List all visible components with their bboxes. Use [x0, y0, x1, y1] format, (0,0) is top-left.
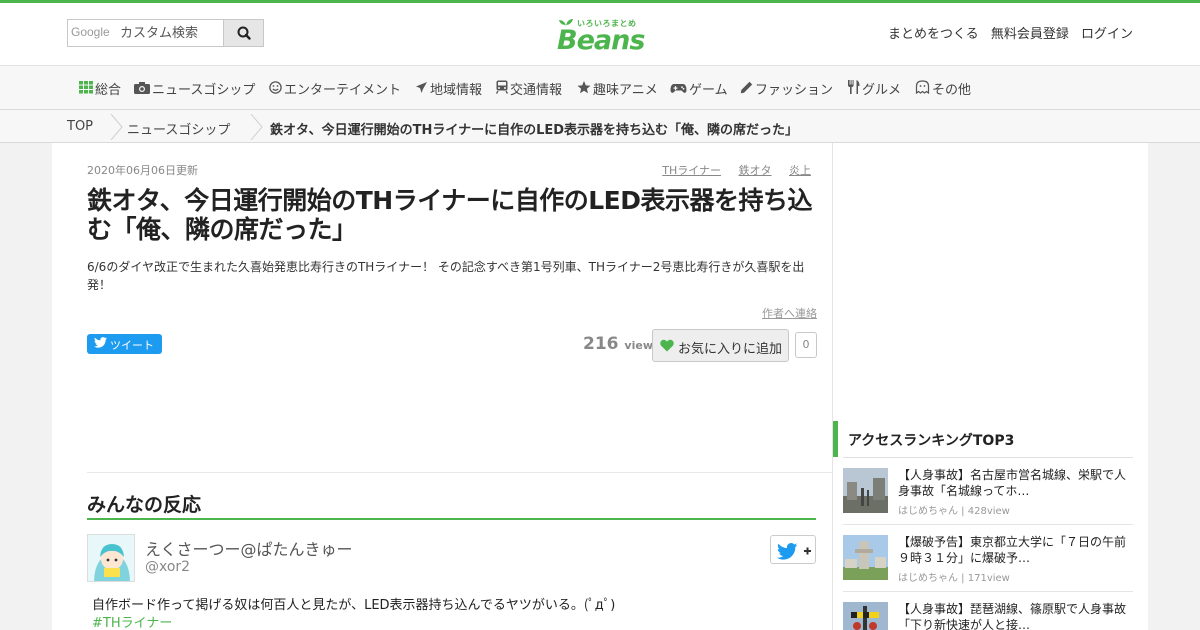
avatar[interactable]: [87, 534, 135, 582]
ranking-item-meta: はじめちゃん | 428view: [898, 506, 1010, 517]
search-button[interactable]: [223, 20, 263, 46]
nav-item-fashion[interactable]: ファッション: [740, 79, 833, 98]
search-box: Google: [67, 19, 264, 47]
heart-icon: [660, 339, 674, 352]
view-count-unit: view: [624, 339, 653, 352]
ghost-icon: [915, 80, 930, 94]
tweet-hashtag[interactable]: #THライナー: [92, 612, 172, 630]
header-links: まとめをつくる 無料会員登録 ログイン: [880, 23, 1133, 42]
ranking-item-title: 【人身事故】名古屋市営名城線、栄駅で人身事故「名城線ってホ…: [898, 468, 1127, 498]
twitter-bird-icon: [94, 337, 107, 348]
view-count-number: 216: [583, 334, 619, 354]
site-header: Google いろいろまとめ Beans まとめをつくる 無料会員登録 ログイン: [0, 3, 1200, 65]
nav-item-news[interactable]: ニュースゴシップ: [134, 79, 255, 98]
breadcrumb: TOP ニュースゴシップ 鉄オタ、今日運行開始のTHライナーに自作のLED表示器…: [0, 110, 1200, 143]
smile-icon: [269, 81, 282, 94]
section-divider: [87, 472, 832, 473]
tweet-user-name[interactable]: えくさーつー@ぱたんきゅー: [145, 536, 353, 560]
tag-link[interactable]: 鉄オタ: [739, 164, 772, 177]
tag-link[interactable]: THライナー: [662, 164, 721, 177]
ranking-item[interactable]: 【人身事故】琵琶湖線、篠原駅で人身事故「下り新快速が人と接…: [843, 592, 1133, 630]
breadcrumb-separator: [110, 114, 123, 140]
camera-icon: [134, 82, 150, 94]
breadcrumb-separator: [250, 114, 263, 140]
nav-item-gourmet[interactable]: グルメ: [847, 79, 901, 98]
logo-wordmark: Beans: [557, 25, 645, 56]
column-divider: [832, 143, 833, 630]
plane-icon: [416, 82, 427, 93]
utensils-icon: [848, 80, 860, 94]
twitter-follow-button[interactable]: [770, 535, 816, 564]
add-favorite-label: お気に入りに追加: [678, 342, 783, 357]
ranking-heading: アクセスランキングTOP3: [833, 421, 1133, 457]
ranking-item[interactable]: 【爆破予告】東京都立大学に「７日の午前９時３１分」に爆破予… はじめちゃん | …: [843, 525, 1133, 592]
breadcrumb-news[interactable]: ニュースゴシップ: [127, 119, 230, 138]
avatar-image: [88, 535, 134, 581]
ranking-thumbnail[interactable]: [843, 535, 888, 580]
nav-item-traffic[interactable]: 交通情報: [496, 79, 562, 98]
view-count: 216 view: [583, 334, 653, 354]
breadcrumb-current: 鉄オタ、今日運行開始のTHライナーに自作のLED表示器を持ち込む「俺、隣の席だっ…: [270, 123, 799, 138]
ranking-item[interactable]: 【人身事故】名古屋市営名城線、栄駅で人身事故「名城線ってホ… はじめちゃん | …: [843, 458, 1133, 525]
ranking-thumbnail[interactable]: [843, 468, 888, 513]
thumbnail-image: [843, 602, 888, 630]
nav-item-general[interactable]: 総合: [79, 79, 121, 98]
breadcrumb-top[interactable]: TOP: [67, 119, 93, 134]
category-nav: 総合 ニュースゴシップ エンターテイメント 地域情報 交通情報 趣味アニメ ゲー…: [0, 65, 1200, 110]
nav-item-other[interactable]: その他: [915, 79, 971, 98]
article-date: 2020年06月06日更新: [87, 164, 198, 177]
reactions-underline: [87, 518, 816, 520]
register-link[interactable]: 無料会員登録: [991, 27, 1069, 42]
nav-item-local[interactable]: 地域情報: [415, 79, 482, 98]
nav-item-hobby[interactable]: 趣味アニメ: [577, 79, 658, 98]
create-summary-link[interactable]: まとめをつくる: [888, 27, 979, 42]
add-favorite-button[interactable]: お気に入りに追加: [652, 329, 789, 362]
reactions-heading: みんなの反応: [87, 494, 202, 516]
tweet-user-handle[interactable]: @xor2: [145, 559, 190, 575]
tweet-text: 自作ボード作って掲げる奴は何百人と見たが、LED表示器持ち込んでるヤツがいる。(…: [92, 598, 616, 613]
ranking-thumbnail[interactable]: [843, 602, 888, 630]
search-input[interactable]: [68, 20, 224, 46]
ranking-item-title: 【人身事故】琵琶湖線、篠原駅で人身事故「下り新快速が人と接…: [898, 602, 1127, 630]
tweet-label: ツイート: [110, 339, 154, 352]
gamepad-icon: [670, 84, 687, 93]
thumbnail-image: [843, 468, 888, 513]
ranking-item-meta: はじめちゃん | 171view: [898, 573, 1010, 584]
nav-item-entertainment[interactable]: エンターテイメント: [269, 79, 401, 98]
article-title: 鉄オタ、今日運行開始のTHライナーに自作のLED表示器を持ち込む「俺、隣の席だっ…: [87, 186, 813, 244]
pen-icon: [740, 81, 753, 94]
thumbnail-image: [843, 535, 888, 580]
twitter-bird-icon: [777, 543, 811, 560]
tag-link[interactable]: 炎上: [789, 164, 811, 177]
article-summary: 6/6のダイヤ改正で生まれた久喜始発恵比寿行きのTHライナー！ その記念すべき第…: [87, 260, 805, 292]
nav-item-game[interactable]: ゲーム: [670, 79, 728, 98]
search-icon: [237, 26, 251, 40]
train-icon: [496, 80, 508, 94]
contact-author-link[interactable]: 作者へ連絡: [762, 305, 817, 321]
star-icon: [577, 81, 591, 94]
article-tags: THライナー 鉄オタ 炎上: [648, 162, 811, 178]
favorite-count: 0: [795, 332, 817, 358]
beans-logo[interactable]: いろいろまとめ Beans: [555, 17, 647, 57]
login-link[interactable]: ログイン: [1081, 27, 1133, 42]
tweet-button[interactable]: ツイート: [87, 334, 162, 354]
ranking-item-title: 【爆破予告】東京都立大学に「７日の午前９時３１分」に爆破予…: [898, 535, 1127, 565]
grid-icon: [79, 81, 93, 94]
